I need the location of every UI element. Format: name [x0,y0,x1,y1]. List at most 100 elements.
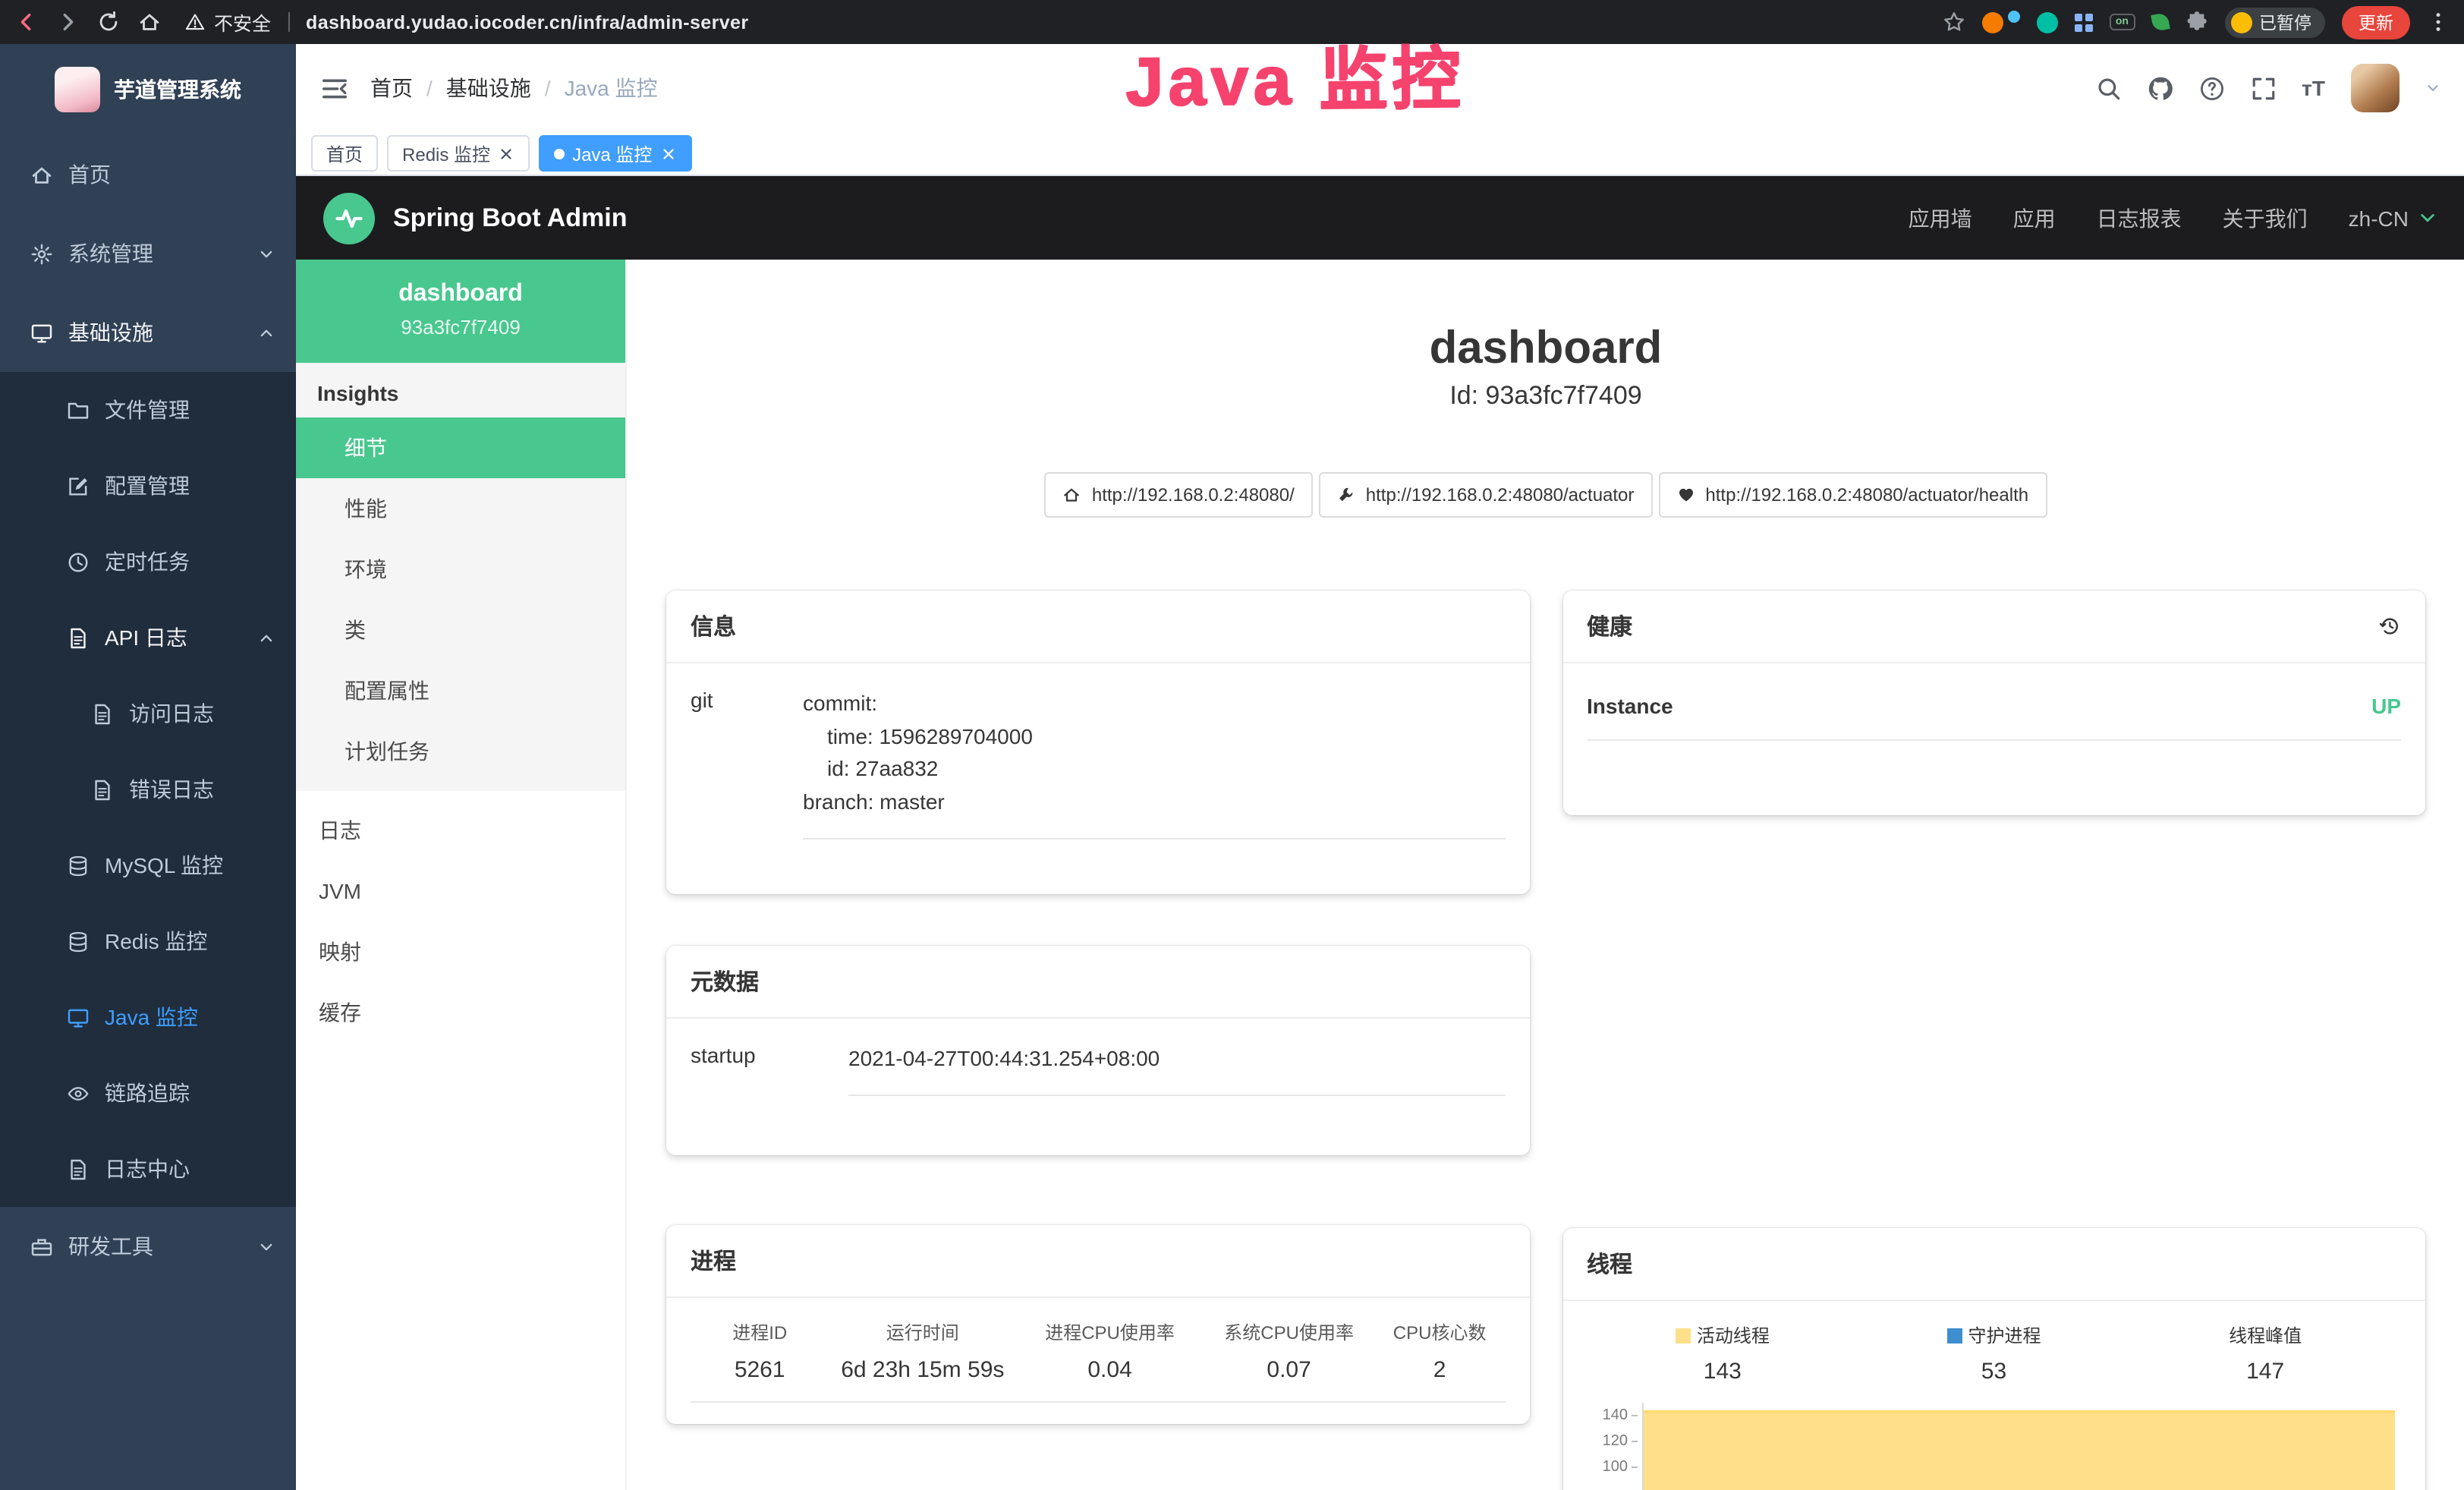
user-menu-caret-icon[interactable] [2425,80,2440,96]
page-title: dashboard [666,323,2425,375]
sba-item-scheduled-tasks[interactable]: 计划任务 [296,721,625,782]
sba-nav-wallboard[interactable]: 应用墙 [1909,203,1972,233]
sidebar-item-scheduled-tasks[interactable]: 定时任务 [0,524,296,600]
sba-instance-header[interactable]: dashboard 93a3fc7f7409 [296,260,625,363]
sba-item-label: JVM [319,879,361,903]
sba-nav-journal[interactable]: 日志报表 [2097,203,2182,233]
extension-icon-on-badge[interactable]: on [2110,14,2135,30]
extension-icon-teal[interactable] [2037,11,2058,33]
search-icon[interactable] [2095,75,2121,101]
menu-label: MySQL 监控 [105,850,275,880]
spring-boot-admin-logo [323,192,375,244]
health-url-link[interactable]: http://192.168.0.2:48080/actuator/health [1658,472,2047,518]
sidebar-item-error-logs[interactable]: 错误日志 [0,751,296,827]
sidebar-item-link-tracing[interactable]: 链路追踪 [0,1055,296,1131]
menu-label: 链路追踪 [105,1078,275,1108]
url-text: dashboard.yudao.iocoder.cn/infra/admin-s… [306,11,748,33]
sba-item-config-props[interactable]: 配置属性 [296,660,625,721]
sidebar-item-home[interactable]: 首页 [0,135,296,214]
metadata-value: 2021-04-27T00:44:31.254+08:00 [848,1025,1505,1095]
y-tick: 140 [1587,1403,1637,1429]
tags-view-bar: 首页 Redis 监控 Java 监控 [296,132,2464,176]
sidebar-item-api-logs[interactable]: API 日志 [0,600,296,676]
sidebar-item-file-management[interactable]: 文件管理 [0,372,296,448]
sidebar-item-mysql-monitor[interactable]: MySQL 监控 [0,827,296,903]
not-secure-warning-icon[interactable] [185,12,205,32]
menu-label: Java 监控 [105,1002,275,1032]
tab-home[interactable]: 首页 [311,135,378,172]
sba-item-mappings[interactable]: 映射 [296,921,625,982]
chevron-down-icon [2418,208,2437,228]
sba-item-environment[interactable]: 环境 [296,539,625,600]
app-logo[interactable]: 芋道管理系统 [0,44,296,135]
cards-right-column: 健康 Instance UP [1562,591,2425,1490]
card-title: 健康 [1587,610,1632,642]
service-url-link[interactable]: http://192.168.0.2:48080/ [1045,472,1313,518]
navbar-right: тT [2095,64,2440,112]
history-icon[interactable] [2378,615,2401,638]
sidebar-item-log-center[interactable]: 日志中心 [0,1131,296,1207]
git-id-line: id: 27aa832 [803,754,1505,786]
sba-locale-select[interactable]: zh-CN [2349,206,2437,230]
browser-home-icon[interactable] [138,11,161,33]
health-instance-label: Instance [1587,694,1673,718]
bookmark-star-icon[interactable] [1943,11,1965,33]
browser-menu-icon[interactable] [2427,11,2450,33]
chrome-right-controls: on 已暂停 更新 [1943,5,2450,39]
sba-item-details[interactable]: 细节 [296,417,625,478]
threads-card-body: 活动线程 143 守护进程 [1562,1301,2425,1490]
extension-icon-blue-dot[interactable] [2008,10,2020,22]
card-title: 进程 [691,1245,736,1277]
user-avatar[interactable] [2351,64,2399,112]
tab-java-monitor[interactable]: Java 监控 [539,135,691,172]
sba-item-classes[interactable]: 类 [296,600,625,660]
navbar: 首页 / 基础设施 / Java 监控 тT [296,44,2464,132]
legend-value: 53 [1858,1359,2130,1384]
breadcrumb-home[interactable]: 首页 [370,73,413,103]
home-icon [30,163,53,186]
close-icon[interactable] [498,145,515,162]
sidebar-item-infrastructure[interactable]: 基础设施 [0,293,296,372]
browser-chrome: 不安全 dashboard.yudao.iocoder.cn/infra/adm… [0,0,2464,44]
gear-icon [30,242,53,265]
instance-id-subtitle: Id: 93a3fc7f7409 [666,381,2425,411]
actuator-url-link[interactable]: http://192.168.0.2:48080/actuator [1319,472,1653,518]
extension-icon-leaf[interactable] [2150,12,2169,31]
back-icon[interactable] [15,11,38,33]
address-bar[interactable]: 不安全 dashboard.yudao.iocoder.cn/infra/adm… [185,8,748,36]
github-icon[interactable] [2147,75,2173,101]
legend-label: 守护进程 [1968,1322,2041,1348]
hamburger-icon[interactable] [320,74,349,102]
breadcrumb-infrastructure[interactable]: 基础设施 [446,73,531,103]
sba-nav-about[interactable]: 关于我们 [2223,203,2308,233]
forward-icon[interactable] [56,11,79,33]
sidebar-item-dev-tools[interactable]: 研发工具 [0,1207,296,1286]
sba-item-jvm[interactable]: JVM [296,861,625,921]
sba-nav-applications[interactable]: 应用 [2013,203,2056,233]
chrome-update-button[interactable]: 更新 [2342,5,2410,39]
sba-body: dashboard 93a3fc7f7409 Insights 细节 性能 环境 [296,260,2464,1490]
sidebar-item-system-management[interactable]: 系统管理 [0,214,296,293]
sidebar-item-config-management[interactable]: 配置管理 [0,448,296,524]
tab-redis-monitor[interactable]: Redis 监控 [387,135,530,172]
sba-item-logs[interactable]: 日志 [296,800,625,861]
info-key: git [691,669,803,840]
profile-paused-badge[interactable]: 已暂停 [2224,7,2325,37]
sba-item-caches[interactable]: 缓存 [296,982,625,1043]
help-icon[interactable] [2198,75,2224,101]
sba-item-performance[interactable]: 性能 [296,478,625,539]
sidebar-item-access-logs[interactable]: 访问日志 [0,676,296,751]
text-size-icon[interactable]: тT [2302,76,2325,100]
close-icon[interactable] [659,145,676,162]
sidebar-item-redis-monitor[interactable]: Redis 监控 [0,903,296,979]
extension-icon-grid[interactable] [2075,13,2093,31]
sidebar-item-java-monitor[interactable]: Java 监控 [0,979,296,1055]
reload-icon[interactable] [97,11,120,33]
extension-icon-orange[interactable] [1982,11,2003,33]
fullscreen-icon[interactable] [2250,75,2276,101]
app-title: 芋道管理系统 [114,74,241,105]
menu-label: API 日志 [105,622,243,653]
y-tick: 120 [1587,1429,1637,1454]
extension-icon-puzzle[interactable] [2185,11,2208,33]
legend-value: 147 [2129,1359,2401,1384]
